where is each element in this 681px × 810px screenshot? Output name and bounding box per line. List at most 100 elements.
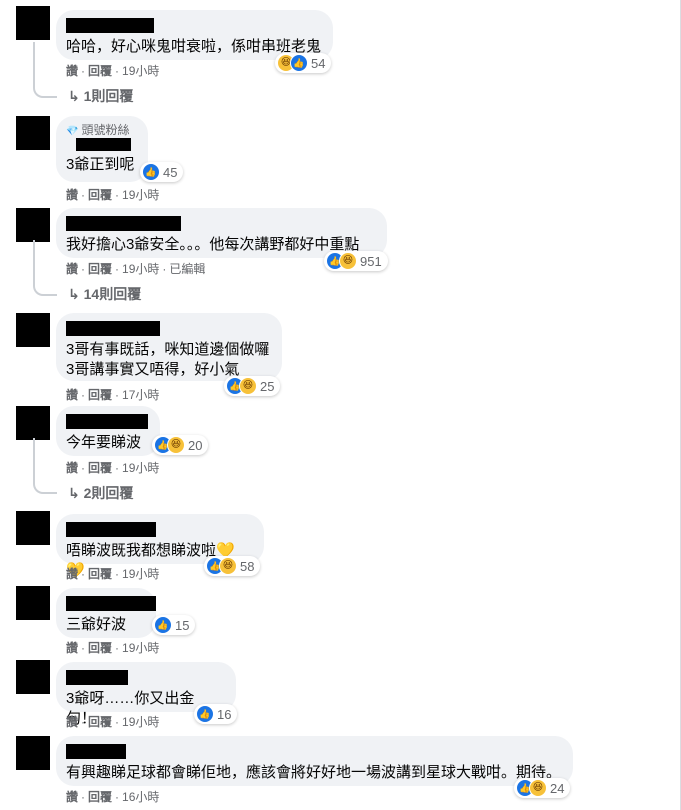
author-name-redacted[interactable]: [66, 670, 128, 685]
reaction-count: 951: [360, 253, 382, 269]
comment-bubble: 有興趣睇足球都會睇佢地，應該會將好好地一場波講到星球大戰咁。期待。: [56, 736, 573, 786]
author-name-redacted[interactable]: [66, 216, 181, 231]
reaction-summary[interactable]: 👍 15: [152, 615, 196, 635]
like-link[interactable]: 讚: [66, 641, 78, 655]
reply-link[interactable]: 回覆: [88, 64, 112, 78]
like-link[interactable]: 讚: [66, 715, 78, 729]
comment-actions: 讚 · 回覆 · 19小時: [66, 64, 160, 78]
reply-link[interactable]: 回覆: [88, 461, 112, 475]
timestamp[interactable]: 19小時: [122, 567, 159, 581]
reaction-summary[interactable]: 👍 😆 24: [514, 778, 571, 798]
view-replies-link[interactable]: ↳ 1則回覆: [68, 87, 133, 105]
comment-bubble: 今年要睇波: [56, 406, 160, 456]
reply-link[interactable]: 回覆: [88, 188, 112, 202]
author-name-redacted[interactable]: [66, 321, 160, 336]
comment-text: 3哥有事既話，咪知道邊個做囉 3哥講事實又唔得，好小氣: [66, 341, 270, 378]
reaction-count: 54: [311, 55, 326, 71]
reply-link[interactable]: 回覆: [88, 641, 112, 655]
like-link[interactable]: 讚: [66, 262, 78, 276]
comment-bubble: 三爺好波: [56, 588, 156, 638]
haha-reaction-icon: 😆: [167, 436, 185, 454]
comment-actions: 讚 · 回覆 · 19小時: [66, 715, 160, 729]
haha-reaction-icon: 😆: [219, 557, 237, 575]
comment-bubble: 💎 頭號粉絲 3爺正到呢: [56, 116, 148, 182]
haha-reaction-icon: 😆: [239, 377, 257, 395]
like-reaction-icon: 👍: [196, 705, 214, 723]
reply-link[interactable]: 回覆: [88, 715, 112, 729]
view-replies-link[interactable]: ↳ 2則回覆: [68, 484, 133, 502]
author-name-redacted[interactable]: [66, 414, 148, 429]
author-name-redacted[interactable]: [66, 522, 156, 537]
like-reaction-icon: 👍: [142, 163, 160, 181]
comment-text: 3爺正到呢: [66, 156, 135, 173]
comment-text: 今年要睇波: [66, 434, 142, 451]
timestamp[interactable]: 19小時: [122, 262, 159, 276]
top-fan-badge: 💎 頭號粉絲: [66, 123, 130, 137]
haha-reaction-icon: 😆: [529, 779, 547, 797]
like-link[interactable]: 讚: [66, 461, 78, 475]
reaction-summary[interactable]: 👍 😆 25: [224, 376, 281, 396]
comment-actions: 讚 · 回覆 · 17小時: [66, 388, 160, 402]
thread-line: [33, 42, 57, 98]
comment-actions: 讚 · 回覆 · 19小時: [66, 188, 160, 202]
reaction-summary[interactable]: 👍 😆 20: [152, 435, 209, 455]
reaction-count: 15: [175, 617, 190, 633]
timestamp[interactable]: 19小時: [122, 715, 159, 729]
reaction-count: 25: [260, 378, 275, 394]
reply-link[interactable]: 回覆: [88, 567, 112, 581]
author-name-redacted[interactable]: [66, 596, 156, 611]
author-name-redacted[interactable]: [76, 138, 131, 151]
avatar[interactable]: [16, 116, 50, 150]
timestamp[interactable]: 16小時: [122, 790, 159, 804]
reply-link[interactable]: 回覆: [88, 388, 112, 402]
like-link[interactable]: 讚: [66, 567, 78, 581]
timestamp[interactable]: 19小時: [122, 188, 159, 202]
timestamp[interactable]: 19小時: [122, 641, 159, 655]
like-link[interactable]: 讚: [66, 388, 78, 402]
thread-line: [33, 240, 57, 296]
edited-label[interactable]: 已編輯: [169, 262, 205, 276]
reaction-count: 58: [240, 558, 255, 574]
reaction-summary[interactable]: 😆 👍 54: [275, 53, 332, 73]
thread-line: [33, 438, 57, 494]
reply-link[interactable]: 回覆: [88, 790, 112, 804]
like-link[interactable]: 讚: [66, 188, 78, 202]
reaction-count: 45: [163, 164, 178, 180]
like-reaction-icon: 👍: [154, 616, 172, 634]
timestamp[interactable]: 19小時: [122, 461, 159, 475]
like-link[interactable]: 讚: [66, 790, 78, 804]
like-link[interactable]: 讚: [66, 64, 78, 78]
comment-bubble: 3哥有事既話，咪知道邊個做囉 3哥講事實又唔得，好小氣: [56, 313, 282, 381]
view-replies-link[interactable]: ↳ 14則回覆: [68, 285, 141, 303]
timestamp[interactable]: 17小時: [122, 388, 159, 402]
comment-actions: 讚 · 回覆 · 19小時: [66, 461, 160, 475]
reaction-summary[interactable]: 👍 😆 951: [324, 251, 388, 271]
reaction-count: 20: [188, 437, 203, 453]
avatar[interactable]: [16, 586, 50, 620]
author-name-redacted[interactable]: [66, 744, 126, 759]
reply-link[interactable]: 回覆: [88, 262, 112, 276]
avatar[interactable]: [16, 313, 50, 347]
avatar[interactable]: [16, 660, 50, 694]
comment-text: 三爺好波: [66, 616, 127, 633]
avatar[interactable]: [16, 511, 50, 545]
timestamp[interactable]: 19小時: [122, 64, 159, 78]
avatar[interactable]: [16, 208, 50, 242]
comment-actions: 讚 · 回覆 · 16小時: [66, 790, 160, 804]
avatar[interactable]: [16, 406, 50, 440]
haha-reaction-icon: 😆: [339, 252, 357, 270]
reaction-count: 16: [217, 706, 232, 722]
avatar[interactable]: [16, 736, 50, 770]
author-name-redacted[interactable]: [66, 18, 154, 33]
reaction-summary[interactable]: 👍 16: [194, 704, 238, 724]
diamond-icon: 💎: [66, 126, 79, 137]
comment-actions: 讚 · 回覆 · 19小時: [66, 567, 160, 581]
avatar[interactable]: [16, 6, 50, 40]
reaction-summary[interactable]: 👍 😆 58: [204, 556, 261, 576]
comment-text: 有興趣睇足球都會睇佢地，應該會將好好地一場波講到星球大戰咁。期待。: [66, 764, 562, 781]
comment-actions: 讚 · 回覆 · 19小時 · 已編輯: [66, 262, 206, 276]
comment-actions: 讚 · 回覆 · 19小時: [66, 641, 160, 655]
reaction-summary[interactable]: 👍 45: [140, 162, 184, 182]
like-reaction-icon: 👍: [290, 54, 308, 72]
reaction-count: 24: [550, 780, 565, 796]
